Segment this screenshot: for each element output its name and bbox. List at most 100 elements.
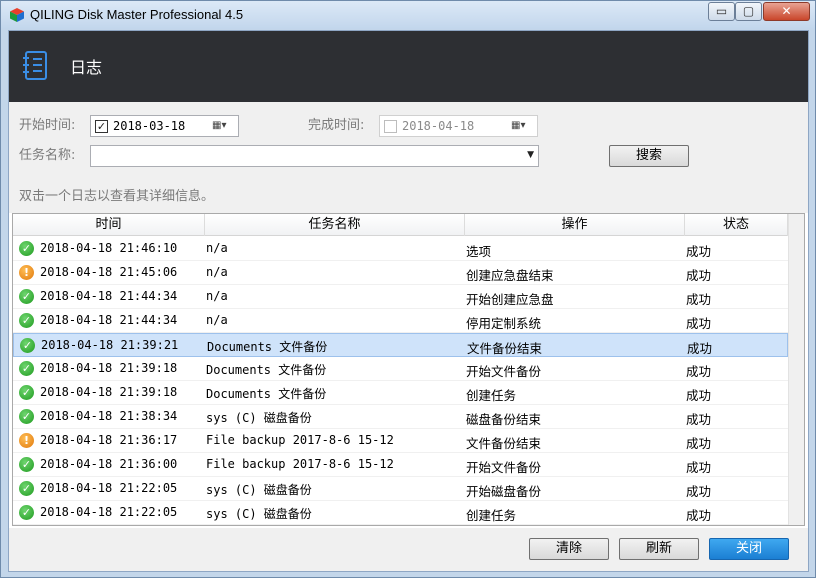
table-row[interactable]: ✓ 2018-04-18 21:38:34 sys (C) 磁盘备份 磁盘备份结束 成功: [13, 405, 788, 429]
title-bar[interactable]: QILING Disk Master Professional 4.5 ▭ ▢ …: [1, 1, 815, 29]
cell-task-name: sys (C) 磁盘备份: [206, 483, 312, 497]
success-icon: ✓: [19, 505, 34, 520]
calendar-dropdown-icon[interactable]: ▦▾: [511, 120, 533, 133]
header-band: 日志: [9, 31, 808, 102]
cell-task-name: n/a: [206, 289, 228, 303]
cell-operation: 创建任务: [466, 508, 517, 523]
app-window: QILING Disk Master Professional 4.5 ▭ ▢ …: [0, 0, 816, 578]
cell-status: 成功: [687, 341, 713, 356]
cell-task-name: n/a: [206, 313, 228, 327]
cell-status: 成功: [686, 268, 712, 283]
success-icon: ✓: [19, 361, 34, 376]
button-bar: 清除 刷新 关闭: [9, 528, 808, 571]
start-time-label: 开始时间:: [19, 118, 76, 133]
window-title: QILING Disk Master Professional 4.5: [30, 7, 244, 22]
cell-status: 成功: [686, 364, 712, 379]
cell-operation: 创建应急盘结束: [466, 268, 554, 283]
table-row[interactable]: ! 2018-04-18 21:36:17 File backup 2017-8-6…: [13, 429, 788, 453]
vertical-scrollbar[interactable]: [788, 214, 804, 525]
success-icon: ✓: [19, 481, 34, 496]
cell-time: 2018-04-18 21:36:00: [40, 457, 178, 471]
log-table: 时间 任务名称 操作 状态 ✓ 2018-04-18 21:46:10 n/a 选项成…: [12, 213, 805, 526]
clear-button[interactable]: 清除: [529, 538, 609, 560]
cell-time: 2018-04-18 21:36:17: [40, 433, 178, 447]
end-date-checkbox[interactable]: [384, 120, 397, 133]
cell-operation: 创建任务: [466, 388, 517, 403]
cell-status: 成功: [686, 412, 712, 427]
cell-time: 2018-04-18 21:22:05: [40, 481, 178, 495]
cell-time: 2018-04-18 21:22:05: [40, 505, 178, 519]
success-icon: ✓: [19, 457, 34, 472]
cell-operation: 停用定制系统: [466, 316, 542, 331]
table-row[interactable]: ! 2018-04-18 21:45:06 n/a 创建应急盘结束 成功: [13, 261, 788, 285]
hint-text: 双击一个日志以查看其详细信息。: [19, 189, 215, 204]
table-row[interactable]: ✓ 2018-04-18 21:22:05 sys (C) 磁盘备份 开始磁盘备份 成功: [13, 477, 788, 501]
app-cube-icon: [10, 8, 24, 22]
cell-status: 成功: [686, 436, 712, 451]
cell-operation: 选项: [466, 244, 492, 259]
task-name-label: 任务名称:: [19, 148, 76, 163]
warning-icon: !: [19, 433, 34, 448]
close-window-button[interactable]: ✕: [763, 2, 810, 21]
cell-status: 成功: [686, 244, 712, 259]
cell-status: 成功: [686, 388, 712, 403]
chevron-down-icon[interactable]: ▼: [527, 150, 534, 160]
log-book-icon: [23, 51, 47, 80]
table-row[interactable]: ✓ 2018-04-18 21:36:00 File backup 2017-8-6…: [13, 453, 788, 477]
success-icon: ✓: [19, 241, 34, 256]
cell-status: 成功: [686, 484, 712, 499]
cell-task-name: sys (C) 磁盘备份: [206, 411, 312, 425]
calendar-dropdown-icon[interactable]: ▦▾: [212, 120, 234, 133]
end-date-picker[interactable]: 2018-04-18 ▦▾: [379, 115, 538, 137]
refresh-button[interactable]: 刷新: [619, 538, 699, 560]
cell-task-name: File backup 2017-8-6 15-12: [206, 433, 394, 447]
table-row[interactable]: ✓ 2018-04-18 21:39:21 Documents 文件备份 文件备份结束…: [13, 333, 788, 357]
column-header-task[interactable]: 任务名称: [205, 214, 465, 236]
column-header-operation[interactable]: 操作: [465, 214, 685, 236]
table-row[interactable]: ✓ 2018-04-18 21:39:18 Documents 文件备份 创建任务 成功: [13, 381, 788, 405]
cell-status: 成功: [686, 316, 712, 331]
cell-operation: 文件备份结束: [467, 341, 543, 356]
cell-time: 2018-04-18 21:39:18: [40, 385, 178, 399]
cell-time: 2018-04-18 21:39:18: [40, 361, 178, 375]
success-icon: ✓: [19, 289, 34, 304]
success-icon: ✓: [20, 338, 35, 353]
cell-task-name: n/a: [206, 265, 228, 279]
cell-operation: 文件备份结束: [466, 436, 542, 451]
cell-status: 成功: [686, 508, 712, 523]
table-row[interactable]: ✓ 2018-04-18 21:46:10 n/a 选项 成功: [13, 237, 788, 261]
cell-task-name: Documents 文件备份: [206, 363, 327, 377]
cell-time: 2018-04-18 21:45:06: [40, 265, 178, 279]
start-date-checkbox[interactable]: ✓: [95, 120, 108, 133]
cell-task-name: Documents 文件备份: [207, 340, 328, 354]
cell-time: 2018-04-18 21:39:21: [41, 338, 179, 352]
column-header-status[interactable]: 状态: [685, 214, 788, 236]
cell-operation: 磁盘备份结束: [466, 412, 542, 427]
cell-operation: 开始创建应急盘: [466, 292, 554, 307]
cell-time: 2018-04-18 21:46:10: [40, 241, 178, 255]
success-icon: ✓: [19, 409, 34, 424]
cell-operation: 开始文件备份: [466, 364, 542, 379]
cell-time: 2018-04-18 21:38:34: [40, 409, 178, 423]
cell-operation: 开始文件备份: [466, 460, 542, 475]
warning-icon: !: [19, 265, 34, 280]
success-icon: ✓: [19, 385, 34, 400]
client-area: 日志 开始时间: ✓ 2018-03-18 ▦▾ 完成时间: 2018-04-1…: [8, 30, 809, 572]
task-name-combobox[interactable]: ▼: [90, 145, 539, 167]
cell-time: 2018-04-18 21:44:34: [40, 289, 178, 303]
close-button[interactable]: 关闭: [709, 538, 789, 560]
start-date-picker[interactable]: ✓ 2018-03-18 ▦▾: [90, 115, 239, 137]
table-row[interactable]: ✓ 2018-04-18 21:22:05 sys (C) 磁盘备份 创建任务 成功: [13, 501, 788, 525]
end-date-value: 2018-04-18: [402, 119, 475, 133]
table-row[interactable]: ✓ 2018-04-18 21:44:34 n/a 开始创建应急盘 成功: [13, 285, 788, 309]
table-row[interactable]: ✓ 2018-04-18 21:44:34 n/a 停用定制系统 成功: [13, 309, 788, 333]
search-button[interactable]: 搜索: [609, 145, 689, 167]
cell-status: 成功: [686, 460, 712, 475]
column-header-time[interactable]: 时间: [13, 214, 205, 236]
minimize-button[interactable]: ▭: [708, 2, 735, 21]
start-date-value: 2018-03-18: [113, 119, 186, 133]
cell-status: 成功: [686, 292, 712, 307]
table-row[interactable]: ✓ 2018-04-18 21:39:18 Documents 文件备份 开始文件备份…: [13, 357, 788, 381]
success-icon: ✓: [19, 313, 34, 328]
maximize-button[interactable]: ▢: [735, 2, 762, 21]
